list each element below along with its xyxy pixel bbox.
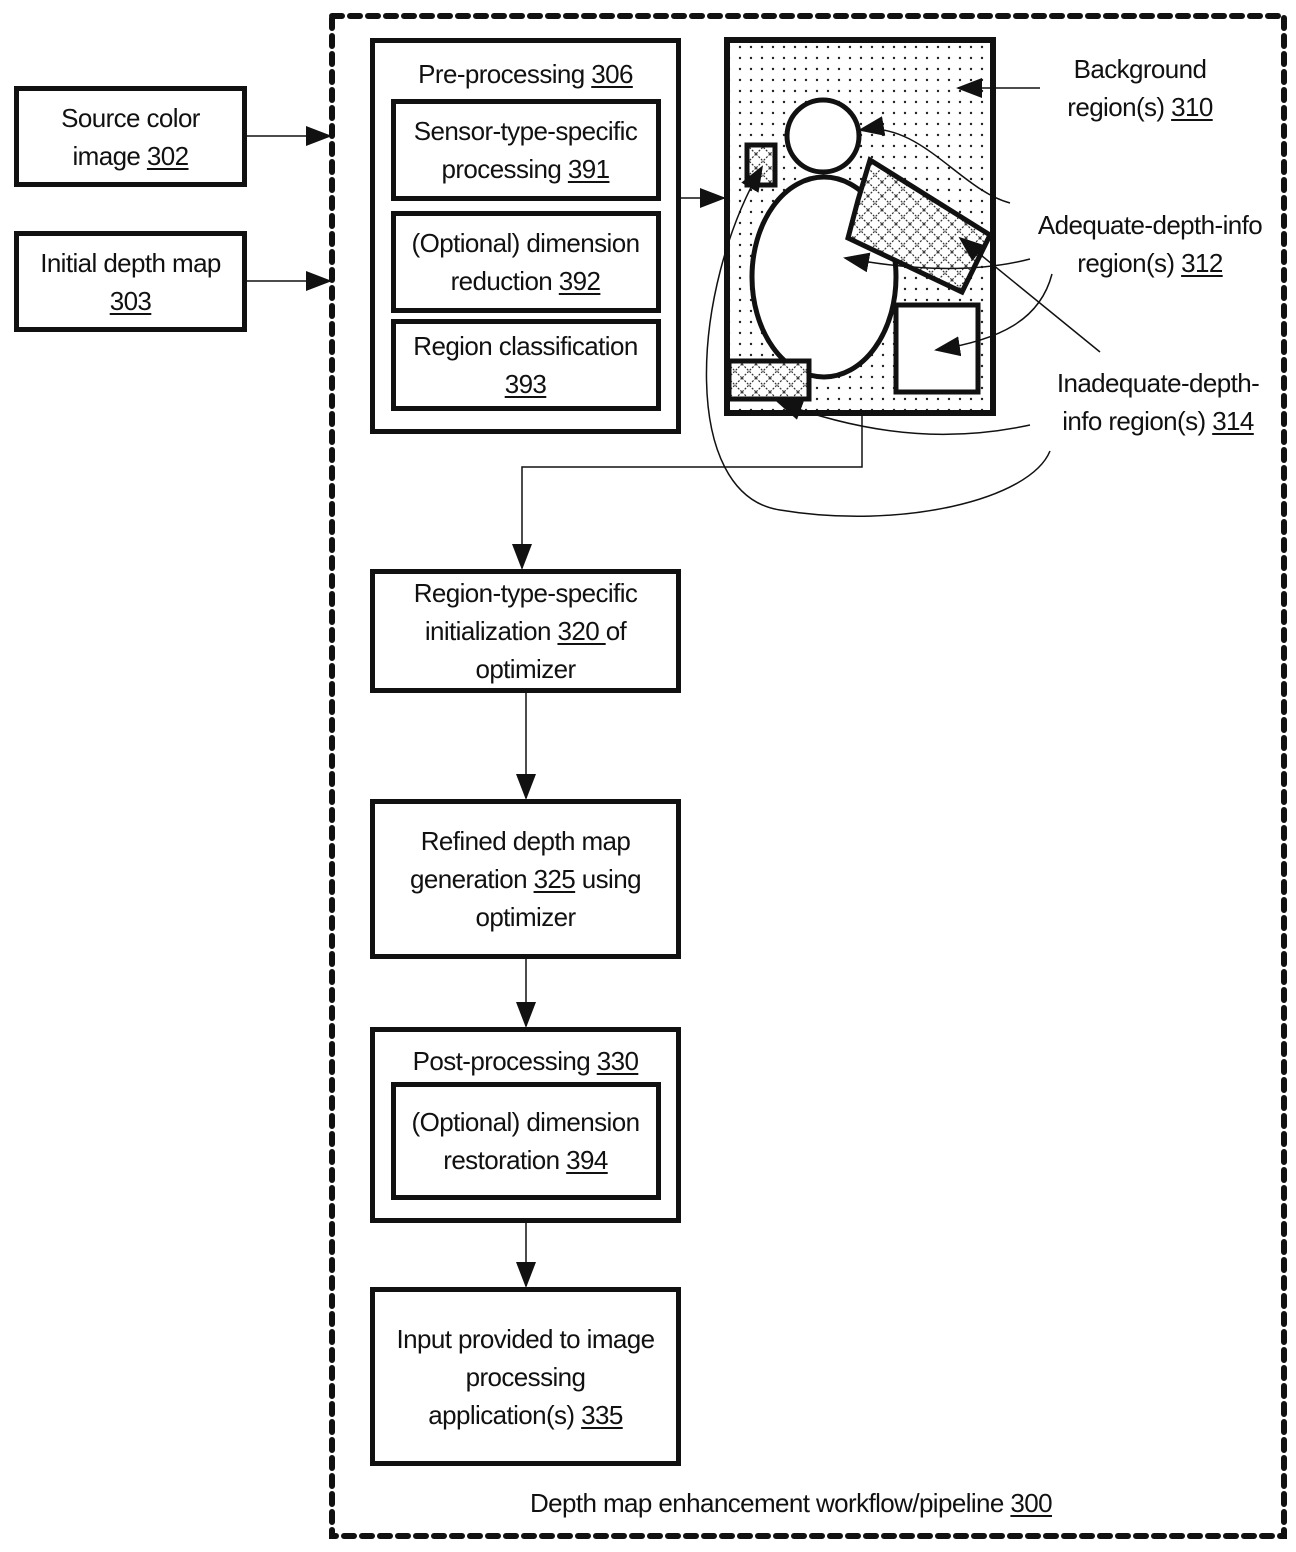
refined-depth-map-generation-box: Refined depth map generation 325 using o… bbox=[370, 799, 681, 959]
source-color-image-line1: Source color bbox=[61, 102, 200, 133]
preprocessing-title: Pre-processing 306 bbox=[418, 59, 633, 89]
post-processing-box: Post-processing 330 (Optional) dimension… bbox=[370, 1027, 681, 1223]
input-to-image-processing-box: Input provided to image processing appli… bbox=[370, 1287, 681, 1466]
background-region-label: Background region(s) 310 bbox=[1067, 54, 1213, 122]
dimension-restoration-box: (Optional) dimension restoration 394 bbox=[390, 1082, 661, 1200]
preprocessing-box: Pre-processing 306 Sensor-type-specific … bbox=[370, 38, 681, 434]
background-region bbox=[724, 37, 996, 416]
source-color-image-box: Source color image 302 bbox=[14, 86, 247, 187]
region-map-illustration bbox=[724, 37, 996, 416]
connector-regionmap-to-init bbox=[512, 416, 863, 570]
callout-adequate-square bbox=[934, 273, 1053, 357]
arm-crosshatch-region bbox=[845, 156, 994, 296]
body-ellipse-region bbox=[749, 174, 899, 380]
ref-302: 302 bbox=[146, 140, 189, 171]
initial-depth-map-box: Initial depth map 303 bbox=[14, 231, 247, 332]
adequate-depth-info-label: Adequate-depth-info region(s) 312 bbox=[1037, 210, 1263, 278]
region-type-specific-initialization-box: Region-type-specific initialization 320 … bbox=[370, 569, 681, 693]
region-classification-box: Region classification 393 bbox=[390, 319, 661, 411]
square-region bbox=[893, 302, 981, 395]
bottom-crosshatch-region bbox=[726, 358, 812, 402]
inadequate-depth-info-label: Inadequate-depth- info region(s) 314 bbox=[1056, 368, 1260, 436]
ref-303: 303 bbox=[109, 285, 152, 316]
ref-300: 300 bbox=[1010, 1488, 1052, 1518]
callout-adequate-body bbox=[843, 252, 1031, 273]
dimension-reduction-box: (Optional) dimension reduction 392 bbox=[390, 211, 661, 313]
head-circle-region bbox=[784, 97, 862, 175]
initial-depth-map-line1: Initial depth map bbox=[40, 247, 221, 278]
post-processing-title: Post-processing 330 bbox=[412, 1046, 639, 1076]
workflow-pipeline-label: Depth map enhancement workflow/pipeline … bbox=[530, 1488, 1053, 1518]
small-crosshatch-region bbox=[744, 142, 778, 188]
callout-inadequate-bottom bbox=[776, 401, 1031, 436]
sensor-type-specific-processing-box: Sensor-type-specific processing 391 bbox=[390, 99, 661, 201]
callout-inadequate-small bbox=[705, 165, 1051, 518]
callout-adequate-head bbox=[858, 116, 1011, 204]
